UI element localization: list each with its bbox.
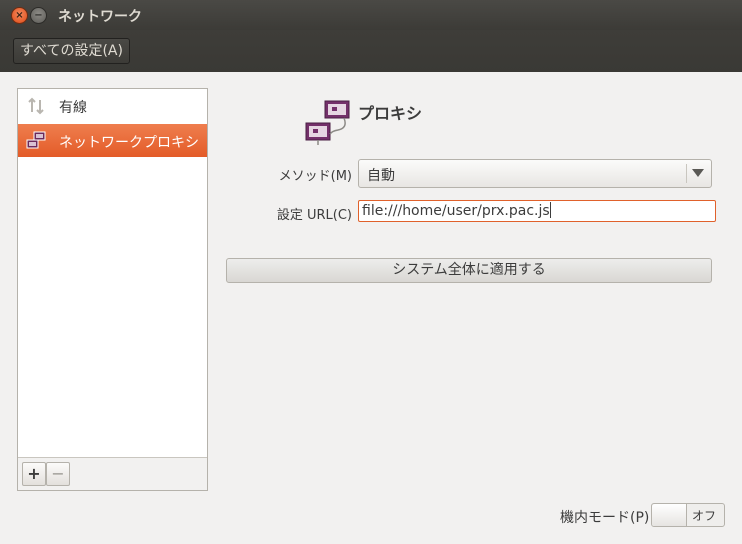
combobox-separator	[686, 164, 687, 183]
connection-list: 有線 ネットワークプロキシ + −	[17, 88, 208, 491]
config-url-field[interactable]: file:///home/user/prx.pac.js	[358, 200, 716, 222]
sidebar-item-label: ネットワークプロキシ	[59, 135, 199, 151]
all-settings-button[interactable]: すべての設定(A)	[13, 38, 130, 64]
close-window-button[interactable]: ×	[11, 7, 28, 24]
title-bar: × − ネットワーク	[0, 0, 742, 30]
toolbar: すべての設定(A)	[0, 30, 742, 72]
toggle-knob[interactable]	[652, 504, 687, 526]
apply-system-wide-button[interactable]: システム全体に適用する	[226, 258, 712, 283]
config-url-value: file:///home/user/prx.pac.js	[362, 203, 550, 219]
airplane-mode-label: 機内モード(P)	[560, 510, 650, 526]
network-proxy-icon	[26, 131, 46, 149]
method-combobox[interactable]: 自動	[358, 159, 712, 188]
airplane-mode-toggle[interactable]: オフ	[651, 503, 725, 527]
method-label: メソッド(M)	[278, 169, 352, 184]
sidebar-item-label: 有線	[59, 100, 87, 116]
method-selected-value: 自動	[367, 168, 395, 184]
close-icon: ×	[15, 10, 24, 21]
page-title: プロキシ	[358, 104, 423, 123]
window-title: ネットワーク	[58, 9, 142, 25]
remove-connection-button[interactable]: −	[46, 462, 70, 486]
sidebar-item-wired[interactable]: 有線	[18, 89, 207, 122]
config-url-label: 設定 URL(C)	[276, 208, 352, 223]
chevron-down-icon	[692, 169, 704, 177]
minimize-window-button[interactable]: −	[30, 7, 47, 24]
minimize-icon: −	[34, 10, 43, 21]
text-caret	[549, 202, 551, 218]
sidebar-item-network-proxy[interactable]: ネットワークプロキシ	[18, 124, 207, 157]
toggle-state-label: オフ	[692, 509, 717, 523]
network-settings-window: × − ネットワーク すべての設定(A) 有線 ネットワークプロキシ + − プ…	[0, 0, 742, 544]
proxy-header-icon	[305, 100, 350, 145]
list-actions: + −	[18, 457, 207, 490]
wired-arrows-icon	[28, 97, 44, 115]
add-connection-button[interactable]: +	[22, 462, 46, 486]
